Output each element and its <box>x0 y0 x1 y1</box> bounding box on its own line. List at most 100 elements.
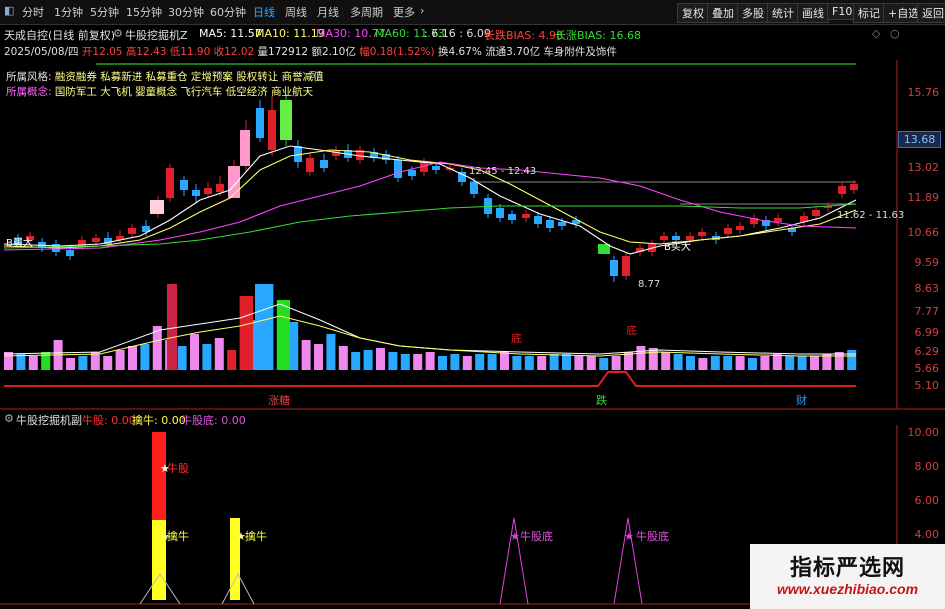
axis-tick: 10.66 <box>907 226 940 239</box>
volume-bar <box>586 356 596 370</box>
bottom-label-2: 底 <box>626 324 637 337</box>
volume-bar <box>524 356 534 370</box>
volume-bar <box>661 352 671 370</box>
volume-bar <box>425 352 435 370</box>
volume-bar <box>78 356 88 370</box>
niugudi-value: 牛股底: 0.00 <box>181 414 246 427</box>
candle-body <box>774 218 782 222</box>
style-line: 所属风格: 融资融券 私募新进 私募重仓 定增预案 股权转让 商誉减值 <box>6 69 324 84</box>
axis-tick: 9.59 <box>914 256 940 269</box>
volume-bar <box>190 334 199 370</box>
volume-bar <box>388 352 398 370</box>
volume-bar <box>128 346 137 370</box>
volume-bar <box>810 356 819 370</box>
volume-bar <box>537 356 547 370</box>
volume-bar <box>16 354 26 370</box>
volume-bar <box>574 356 584 370</box>
volume-bar <box>487 354 497 370</box>
volume-bar <box>103 356 113 370</box>
candle-body <box>610 260 618 276</box>
volume-bar <box>735 356 745 370</box>
volume-bar <box>363 350 373 370</box>
concept-line: 所属概念: 国防军工 大飞机 婴童概念 飞行汽车 低空经济 商业航天 <box>6 84 313 99</box>
candle-body <box>166 168 174 198</box>
candle-body <box>192 190 200 196</box>
star-icon: ★ <box>510 530 520 543</box>
candle-highlight <box>598 244 610 254</box>
right-range-label: 11.62 - 11.63 <box>837 210 905 221</box>
candle-body <box>204 188 212 194</box>
volume-bar <box>280 300 290 370</box>
candle-body <box>622 256 630 276</box>
volume-bar <box>549 354 559 370</box>
volume-bar <box>462 356 472 370</box>
candle-highlight <box>228 166 240 198</box>
candle-body <box>812 210 820 216</box>
low-price-label: 8.77 <box>638 279 661 290</box>
volume-bar <box>438 356 447 370</box>
volume-bar <box>376 348 385 370</box>
style-label: 所属风格: <box>6 71 52 83</box>
candle-highlight <box>280 100 292 140</box>
volume-bar <box>115 350 125 370</box>
volume-bar <box>351 352 361 370</box>
volume-bar <box>90 352 100 370</box>
volume-bar <box>255 284 265 370</box>
volume-bar <box>512 356 522 370</box>
candle-body <box>408 170 416 176</box>
candle-body <box>724 228 732 234</box>
volume-bar <box>760 356 770 370</box>
candle-body <box>180 180 188 190</box>
current-price-box: 13.68 <box>898 131 941 148</box>
volume-bar <box>611 356 621 370</box>
buy-signal-2: B买大 <box>664 242 691 253</box>
sub-axis-tick: 6.00 <box>914 494 940 507</box>
niugudi-signal-label-2: 牛股底 <box>636 530 669 543</box>
axis-tick: 15.76 <box>907 86 940 99</box>
sub-gear-icon[interactable]: ⚙ <box>4 412 14 425</box>
volume-bar <box>710 356 720 370</box>
volume-bar <box>847 350 857 370</box>
volume-bar <box>797 356 807 370</box>
sub-axis-tick: 8.00 <box>914 460 940 473</box>
candle-body <box>92 238 100 242</box>
candle-body <box>508 214 516 220</box>
sub-indicator: ★ ★ ★ ★★ <box>139 432 643 605</box>
candle-body <box>496 208 504 218</box>
volume-bar <box>772 354 782 370</box>
qianniu-signal-label-1: 擒牛 <box>167 530 189 543</box>
volume-bar <box>500 352 509 370</box>
axis-tick: 6.29 <box>914 345 940 358</box>
volume-bar <box>301 340 311 370</box>
niugudi-signal-label-1: 牛股底 <box>520 530 553 543</box>
volume-bar <box>227 350 237 370</box>
volume-bar <box>4 352 13 370</box>
volume-bar <box>599 358 609 370</box>
candle-series <box>14 94 858 282</box>
candle-body <box>698 232 706 236</box>
candle-body <box>268 110 276 150</box>
candle-body <box>432 166 440 170</box>
candle-body <box>216 184 224 192</box>
die-label: 跌 <box>596 394 607 407</box>
volume-bar <box>264 284 274 370</box>
volume-bars <box>3 284 857 370</box>
volume-bar <box>673 354 683 370</box>
candle-body <box>306 158 314 172</box>
volume-bar <box>413 354 423 370</box>
volume-bar <box>314 344 323 370</box>
volume-bar <box>636 346 646 370</box>
candle-body <box>320 160 328 168</box>
watermark-title: 指标严选网 <box>789 556 905 581</box>
volume-bar <box>834 352 844 370</box>
volume-bar <box>698 358 708 370</box>
axis-tick: 6.99 <box>914 326 940 339</box>
volume-bar <box>28 356 38 370</box>
qianniu-value: 擒牛: 0.00 <box>132 414 186 427</box>
volume-bar <box>450 354 460 370</box>
sub-indicator-title[interactable]: 牛股挖掘机副 <box>16 412 82 428</box>
volume-bar <box>140 344 150 370</box>
axis-tick: 5.66 <box>914 362 940 375</box>
qianniu-signal-label-2: 擒牛 <box>245 530 267 543</box>
candle-body <box>128 228 136 234</box>
